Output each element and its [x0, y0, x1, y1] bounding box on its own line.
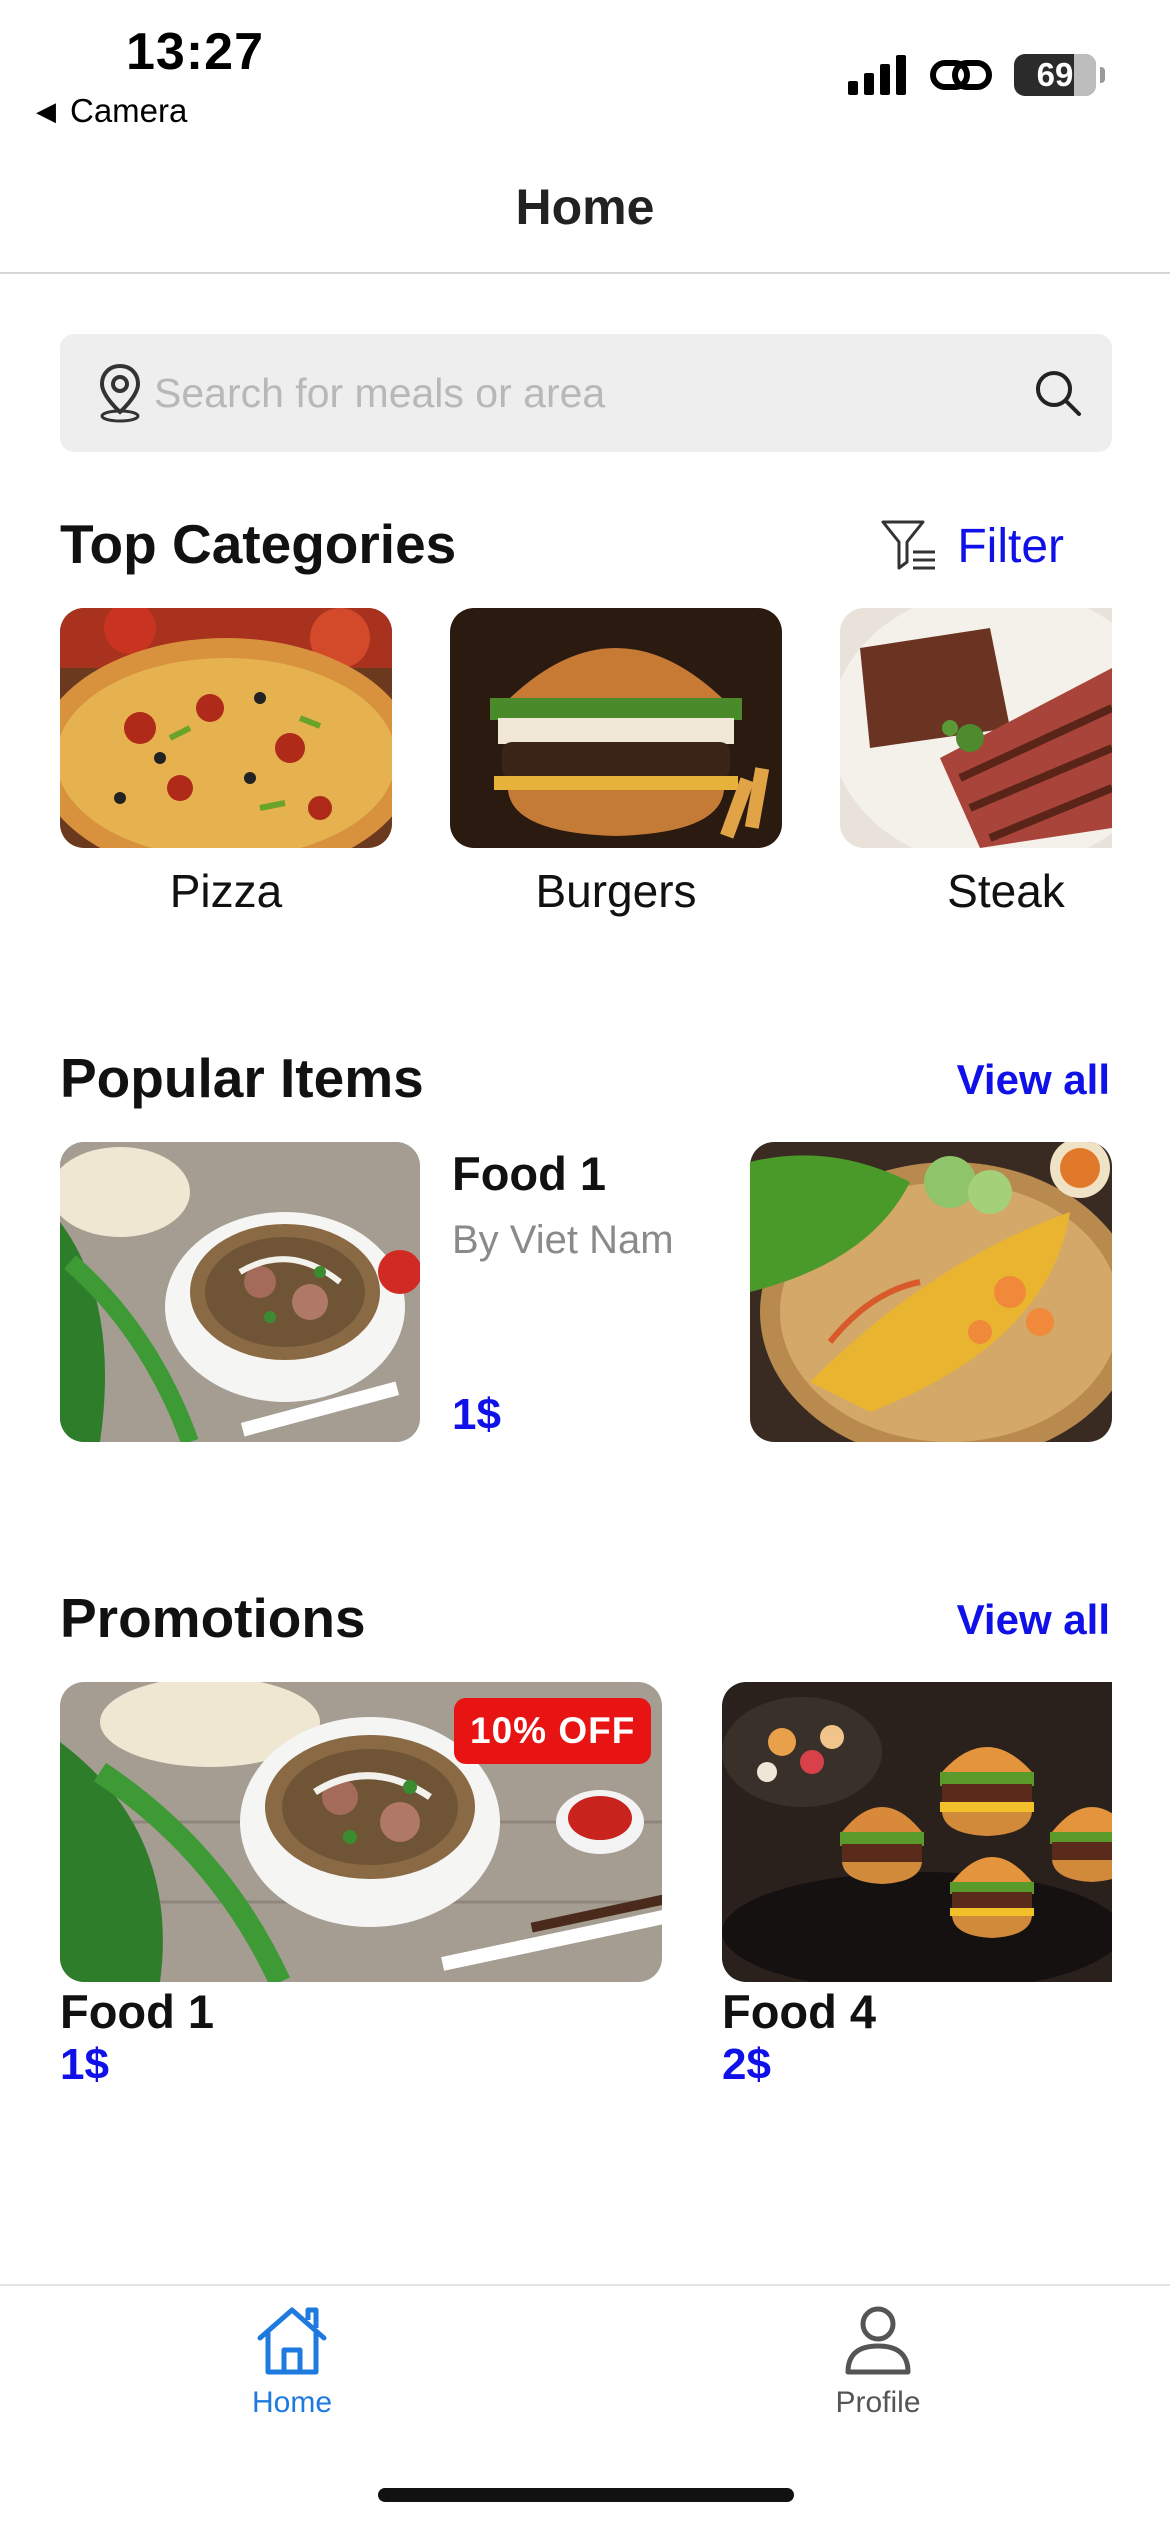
header-divider	[0, 272, 1170, 274]
tab-profile-label: Profile	[835, 2386, 921, 2419]
promotions-title: Promotions	[60, 1587, 366, 1649]
promotion-card-image-2[interactable]	[722, 1682, 1112, 1982]
tab-home[interactable]: Home	[192, 2300, 392, 2420]
tab-bar-divider	[0, 2284, 1170, 2286]
filter-label: Filter	[957, 519, 1064, 573]
popular-item-name: Food 1	[452, 1147, 607, 1200]
search-bar[interactable]	[60, 334, 1112, 452]
top-categories-title: Top Categories	[60, 513, 457, 575]
filter-button[interactable]: Filter	[879, 516, 1064, 576]
promotion-item-name: Food 4	[722, 1985, 877, 2038]
status-indicators: 69	[848, 54, 1105, 96]
battery-level: 69	[1036, 56, 1074, 93]
back-triangle-icon: ◀	[36, 95, 56, 126]
category-label: Steak	[947, 865, 1065, 917]
tab-profile[interactable]: Profile	[778, 2300, 978, 2420]
promotion-item-price: 2$	[722, 2040, 771, 2089]
home-indicator[interactable]	[378, 2488, 794, 2502]
tab-home-label: Home	[251, 2386, 333, 2419]
promotion-item-price: 1$	[60, 2040, 109, 2089]
category-label: Pizza	[169, 865, 283, 917]
search-input[interactable]	[154, 369, 1032, 417]
search-icon[interactable]	[1032, 367, 1084, 419]
category-card-pizza[interactable]: Pizza	[60, 608, 392, 918]
popular-items-title: Popular Items	[60, 1047, 424, 1109]
page-title: Home	[515, 179, 655, 235]
profile-icon	[845, 2306, 911, 2375]
popular-item-image-2[interactable]	[750, 1142, 1112, 1442]
battery-indicator: 69	[1014, 54, 1105, 96]
back-app-label: Camera	[70, 92, 188, 129]
popular-view-all-link[interactable]: View all	[957, 1056, 1110, 1104]
personal-hotspot-icon	[930, 60, 992, 90]
status-time: 13:27	[126, 23, 264, 81]
category-card-burgers[interactable]: Burgers	[450, 608, 782, 918]
home-icon	[257, 2307, 327, 2375]
category-label: Burgers	[535, 865, 697, 917]
discount-badge: 10% OFF	[454, 1698, 652, 1764]
filter-icon	[881, 520, 936, 570]
steak-image	[840, 608, 1112, 848]
popular-item-image[interactable]	[60, 1142, 420, 1442]
promotions-view-all-link[interactable]: View all	[957, 1596, 1110, 1644]
promotion-item-name: Food 1	[60, 1985, 215, 2038]
pizza-image	[60, 608, 392, 848]
back-to-app-link[interactable]: ◀ Camera	[36, 92, 187, 130]
cellular-signal-icon	[848, 55, 906, 95]
popular-item-subtitle: By Viet Nam	[452, 1218, 674, 1262]
popular-item-price: 1$	[452, 1390, 501, 1439]
category-card-steak[interactable]: Steak	[840, 608, 1112, 918]
burgers-image	[450, 608, 782, 848]
location-pin-icon	[99, 363, 141, 423]
